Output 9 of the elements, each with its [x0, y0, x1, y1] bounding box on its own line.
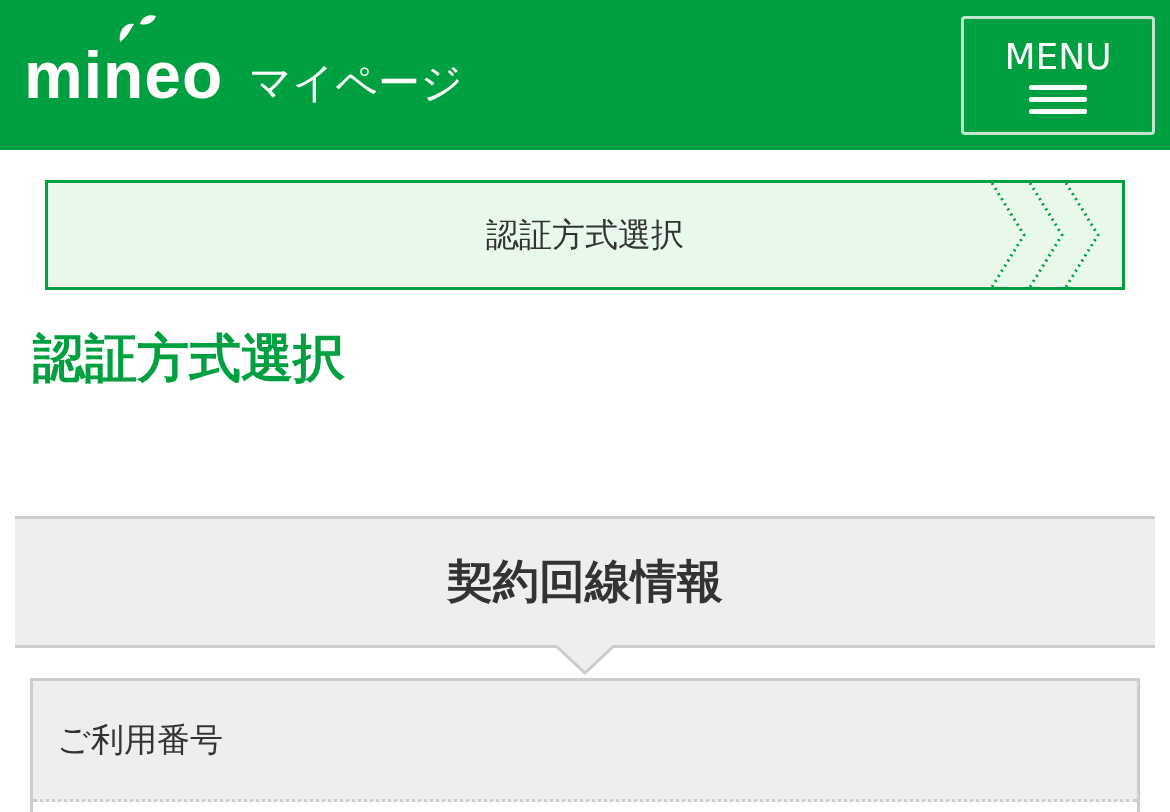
row-label: ご利用番号 — [57, 718, 223, 761]
chevrons-icon — [990, 183, 1102, 287]
page-heading: 認証方式選択 — [33, 327, 346, 390]
section-title: 契約回線情報 — [447, 553, 723, 610]
step-label: 認証方式選択 — [486, 213, 684, 256]
menu-icon — [1029, 84, 1087, 115]
logo: mineo — [24, 38, 224, 112]
page-subtitle: マイページ — [249, 62, 464, 108]
menu-button[interactable]: MENU — [961, 15, 1155, 135]
